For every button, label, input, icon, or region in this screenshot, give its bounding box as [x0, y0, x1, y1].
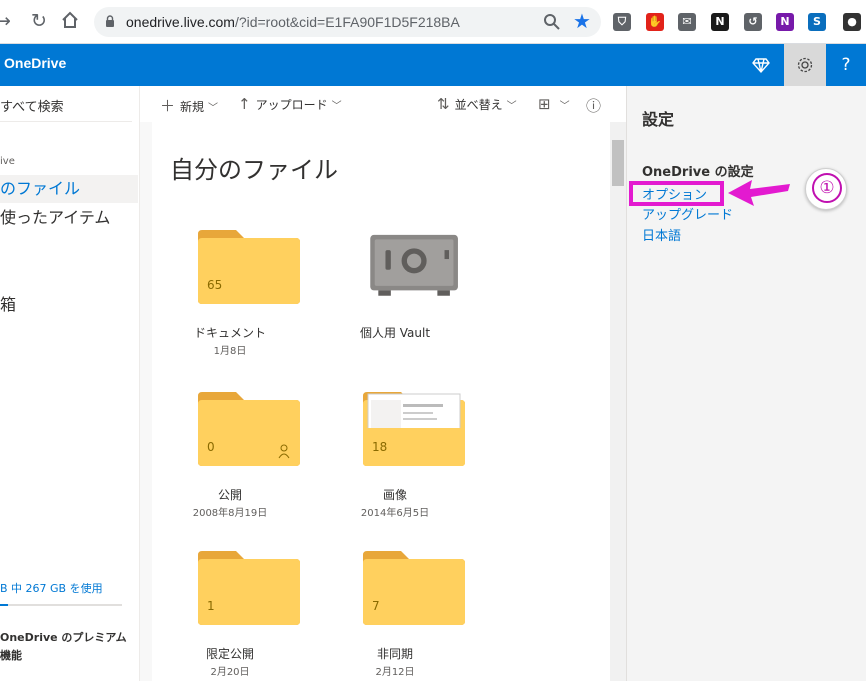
nav-item-recycle-bin[interactable]: 箱	[0, 291, 138, 319]
item-name[interactable]: 限定公開	[155, 645, 305, 662]
scrollbar[interactable]	[610, 122, 626, 681]
bookmark-star-icon[interactable]: ★	[573, 11, 593, 31]
reload-icon[interactable]: ↻	[28, 10, 50, 32]
item-count: 1	[207, 599, 215, 613]
file-tile[interactable]: 1 限定公開 2月20日	[155, 549, 305, 679]
settings-title: 設定	[642, 110, 675, 129]
upload-button[interactable]: ↑ アップロード ﹀	[238, 95, 342, 113]
premium-subtitle: 機能	[0, 649, 22, 662]
item-date: 1月8日	[213, 346, 247, 357]
highlight-box	[629, 181, 724, 206]
plus-icon: ＋	[160, 97, 176, 115]
step-number-badge: ①	[805, 168, 847, 210]
profile-icon[interactable]: ●	[843, 13, 861, 31]
photos-folder-icon	[363, 392, 465, 466]
file-tile[interactable]: 65 ドキュメント 1月8日	[155, 228, 305, 358]
sway-icon[interactable]: S	[808, 13, 826, 31]
app-header: OneDrive ?	[0, 44, 866, 86]
page-title: 自分のファイル	[170, 156, 338, 184]
nav-section-label: ive	[0, 156, 15, 167]
gear-icon	[797, 57, 813, 73]
file-tile[interactable]: 18 画像 2014年6月5日	[320, 390, 470, 520]
lock-icon	[106, 15, 114, 27]
settings-button[interactable]	[784, 44, 826, 86]
onenote-icon[interactable]: N	[776, 13, 794, 31]
storage-usage-link[interactable]: B 中 267 GB を使用	[0, 580, 103, 596]
storage-meter	[0, 604, 122, 606]
pocket-icon[interactable]: ⛉	[613, 13, 631, 31]
callout-arrow	[728, 180, 790, 206]
item-count: 7	[372, 599, 380, 613]
item-date: 2月12日	[375, 667, 415, 678]
left-nav: すべて検索 ive のファイル 使ったアイテム 箱 B 中 267 GB を使用…	[0, 86, 140, 681]
premium-title: OneDrive のプレミアム	[0, 631, 127, 644]
diamond-icon[interactable]	[752, 56, 770, 74]
browser-toolbar: → ↻ onedrive.live.com/?id=root&cid=E1FA9…	[0, 0, 866, 44]
search-all-input[interactable]: すべて検索	[0, 96, 64, 115]
item-name[interactable]: 画像	[320, 486, 470, 503]
view-switcher-button[interactable]: ⊞ ﹀	[538, 95, 570, 113]
item-name[interactable]: 非同期	[320, 645, 470, 662]
nav-item-recent[interactable]: 使ったアイテム	[0, 204, 138, 232]
chevron-down-icon: ﹀	[208, 103, 219, 114]
sort-button[interactable]: ⇅ 並べ替え ﹀	[437, 95, 517, 113]
item-date: 2008年8月19日	[192, 508, 268, 519]
item-date: 2月20日	[210, 667, 250, 678]
address-bar[interactable]: onedrive.live.com/?id=root&cid=E1FA90F1D…	[94, 7, 601, 37]
item-date: 2014年6月5日	[360, 508, 430, 519]
forward-icon[interactable]: →	[0, 10, 14, 32]
info-icon: ⓘ	[586, 97, 602, 115]
upload-arrow-icon: ↑	[238, 95, 251, 113]
scrollbar-thumb[interactable]	[612, 140, 624, 186]
adblock-icon[interactable]: ✋	[646, 13, 664, 31]
item-count: 18	[372, 440, 388, 454]
folder-icon	[198, 230, 300, 304]
item-name[interactable]: 公開	[155, 486, 305, 503]
language-link[interactable]: 日本語	[642, 225, 681, 244]
file-tile[interactable]: 個人用 Vault	[320, 228, 470, 358]
item-count: 65	[207, 278, 223, 292]
url-text: onedrive.live.com/?id=root&cid=E1FA90F1D…	[126, 14, 460, 30]
premium-promo[interactable]: OneDrive のプレミアム 機能	[0, 629, 127, 665]
app-title[interactable]: OneDrive	[4, 55, 66, 71]
grid-icon: ⊞	[538, 95, 551, 113]
help-icon[interactable]: ?	[826, 44, 866, 86]
divider	[0, 121, 132, 122]
upgrade-link[interactable]: アップグレード	[642, 204, 733, 223]
folder-icon	[363, 551, 465, 625]
command-bar: ＋新規 ﹀ ↑ アップロード ﹀ ⇅ 並べ替え ﹀ ⊞ ﹀ ⓘ	[140, 86, 626, 122]
file-tile[interactable]: 7 非同期 2月12日	[320, 549, 470, 679]
home-icon[interactable]	[59, 10, 81, 32]
shared-folder-icon	[198, 392, 300, 466]
sort-icon: ⇅	[437, 95, 450, 113]
notion-icon[interactable]: N	[711, 13, 729, 31]
folder-icon	[198, 551, 300, 625]
chevron-down-icon: ﹀	[506, 101, 517, 112]
info-button[interactable]: ⓘ	[586, 95, 606, 116]
new-button[interactable]: ＋新規 ﹀	[160, 95, 218, 116]
nav-item-my-files[interactable]: のファイル	[0, 175, 138, 203]
chevron-down-icon: ﹀	[331, 101, 342, 112]
history-icon[interactable]: ↺	[744, 13, 762, 31]
mail-icon[interactable]: ✉	[678, 13, 696, 31]
chevron-down-icon: ﹀	[559, 101, 570, 112]
item-count: 0	[207, 440, 215, 454]
item-name[interactable]: 個人用 Vault	[320, 324, 470, 341]
search-icon[interactable]	[543, 13, 561, 31]
item-name[interactable]: ドキュメント	[155, 324, 305, 341]
vault-icon	[370, 234, 458, 296]
file-tile[interactable]: 0 公開 2008年8月19日	[155, 390, 305, 520]
